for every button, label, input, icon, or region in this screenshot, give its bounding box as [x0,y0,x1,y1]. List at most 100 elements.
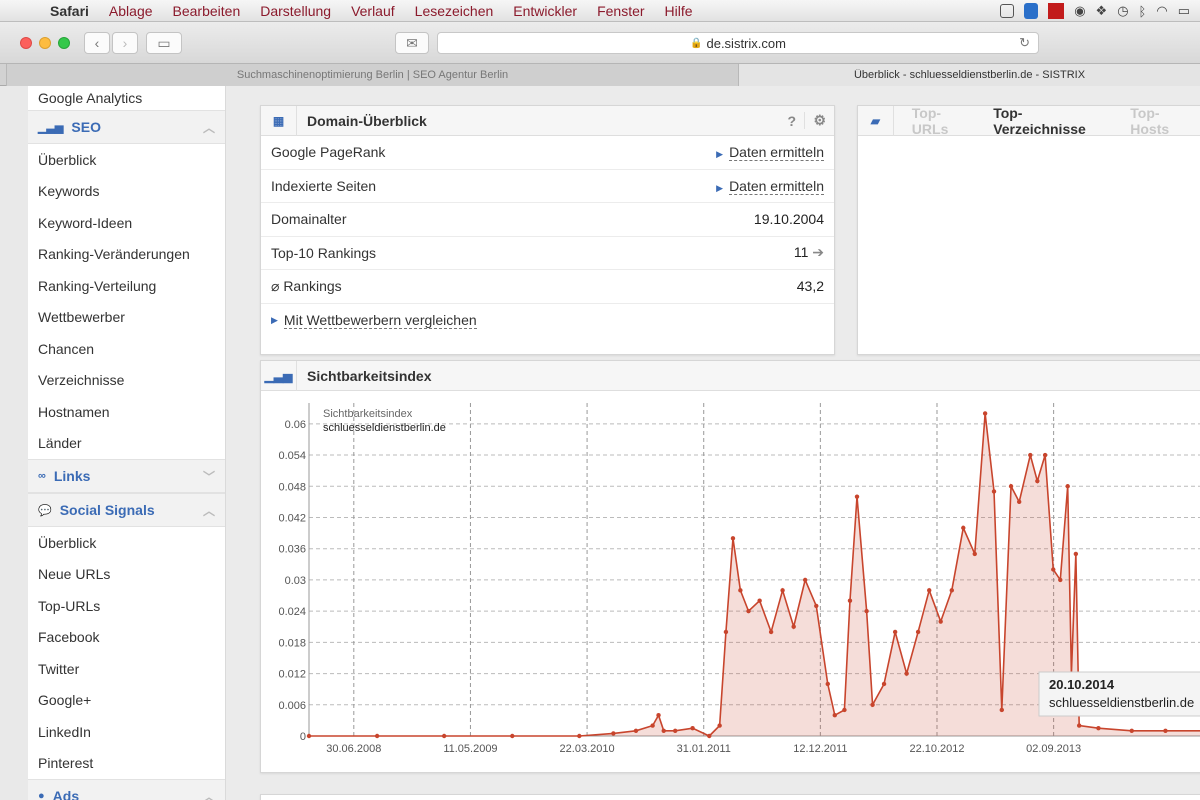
tab-top-hosts[interactable]: Top-Hosts [1122,105,1200,137]
chevron-up-icon: ︿ [202,120,215,135]
sidebar-item[interactable]: Neue URLs [28,559,225,591]
dropbox-icon[interactable]: ❖ [1096,3,1108,19]
data-point [972,551,977,557]
tab-seo-agentur[interactable]: Suchmaschinenoptimierung Berlin | SEO Ag… [6,64,738,86]
sidebar-section-links[interactable]: ∞ Links ﹀ [28,459,225,493]
sidebar-section-seo[interactable]: ▁▃▅ SEO ︿ [28,110,225,144]
menu-darstellung[interactable]: Darstellung [250,3,341,19]
row-label: Domainalter [271,211,347,228]
tab-sistrix-overview[interactable]: Überblick - schluesseldienstberlin.de - … [738,64,1200,86]
sidebar-item[interactable]: Überblick [28,144,225,176]
panel-title: Domain-Überblick [307,112,427,129]
menu-safari[interactable]: Safari [40,3,99,19]
sidebar-item[interactable]: Überblick [28,527,225,559]
sidebar-item[interactable]: Verzeichnisse [28,365,225,397]
back-button[interactable]: ‹ [84,32,110,54]
sidebar-item[interactable]: Wettbewerber [28,302,225,334]
tab-top-urls[interactable]: Top-URLs [904,105,985,137]
app-status-icon[interactable] [1024,3,1039,19]
wifi-icon[interactable]: ◠ [1156,3,1167,19]
bluetooth-icon[interactable]: ᛒ [1139,4,1147,19]
data-point [768,629,774,635]
data-point [707,733,712,739]
data-point [650,723,655,728]
sidebar-item[interactable]: Länder [28,428,225,460]
sidebar-item[interactable]: Twitter [28,653,225,685]
sidebar-item-label: Überblick [38,534,97,551]
menu-entwickler[interactable]: Entwickler [503,3,587,19]
status-area: ◉ ❖ ◷ ᛒ ◠ ▭ [1000,0,1190,22]
sidebar-section-ads[interactable]: ● Ads ︿ [28,779,225,800]
data-point [949,588,955,593]
menu-verlauf[interactable]: Verlauf [341,3,405,19]
compare-competitors-link[interactable]: Mit Wettbewerbern vergleichen [283,312,477,329]
sidebar-section-social-signals[interactable]: 💬 Social Signals ︿ [28,493,225,527]
data-point [306,733,312,739]
minimize-window-button[interactable] [39,37,51,49]
sidebar-item[interactable]: Hostnamen [28,396,225,428]
sidebar-item[interactable]: Google+ [28,685,225,717]
sidebar-item[interactable]: Keywords [28,176,225,208]
y-tick-label: 0.03 [285,575,306,587]
sidebar-item[interactable]: LinkedIn [28,716,225,748]
reader-icon[interactable]: ✉ [395,32,429,54]
fetch-data-link[interactable]: Daten ermitteln [729,177,824,195]
sidebar-item[interactable]: Top-URLs [28,590,225,622]
sync-icon[interactable]: ◉ [1074,3,1085,19]
sidebar-item-label: Keyword-Ideen [38,214,133,231]
sidebar-item[interactable]: Ranking-Veränderungen [28,239,225,271]
data-point [611,731,616,736]
sidebar-item[interactable]: Ranking-Verteilung [28,270,225,302]
data-point [791,624,796,629]
tab-top-verzeichnisse[interactable]: Top-Verzeichnisse [985,105,1122,137]
data-point [832,712,837,718]
x-tick-label: 12.12.2011 [793,743,847,755]
time-machine-icon[interactable]: ◷ [1117,3,1128,19]
main-content: ▦ Domain-Überblick ? ⚙ Google PageRank ▶… [226,86,1200,800]
row-avg-rankings: ⌀ Rankings 43,2 [261,270,834,304]
battery-icon[interactable]: ▭ [1178,3,1190,19]
data-point [1129,728,1134,733]
address-bar[interactable]: 🔒 de.sistrix.com ↻ [437,32,1039,54]
menu-lesezeichen[interactable]: Lesezeichen [405,3,504,19]
menu-bearbeiten[interactable]: Bearbeiten [163,3,251,19]
row-domain-age: Domainalter 19.10.2004 [261,203,834,237]
data-point [1016,499,1022,505]
arrow-right-icon[interactable]: ➔ [812,244,824,260]
data-point [892,629,898,635]
fetch-data-link[interactable]: Daten ermitteln [729,144,824,162]
sidebar-item[interactable]: Keyword-Ideen [28,207,225,239]
menu-ablage[interactable]: Ablage [99,3,163,19]
row-compare: ▶ Mit Wettbewerbern vergleichen [261,304,834,338]
sidebar-item-google-analytics[interactable]: Google Analytics [28,86,225,110]
sidebar-item-label: Chancen [38,340,95,357]
row-indexed-pages: Indexierte Seiten ▶ Daten ermitteln [261,170,834,203]
close-window-button[interactable] [20,37,32,49]
panel-header: ▰ Top-URLs Top-Verzeichnisse Top-Hosts [858,105,1200,137]
sidebar-toggle-icon[interactable]: ▭ [146,32,182,54]
x-tick-label: 11.05.2009 [443,743,497,755]
data-point [927,588,932,593]
zoom-window-button[interactable] [58,37,70,49]
sidebar-item[interactable]: Facebook [28,622,225,654]
sidebar-item[interactable]: Chancen [28,333,225,365]
link-icon: ∞ [38,470,46,482]
recording-icon[interactable] [1048,3,1065,19]
data-point [633,728,639,733]
menu-fenster[interactable]: Fenster [587,3,654,19]
sidebar-item-label: Verzeichnisse [38,372,125,389]
data-point [842,707,847,713]
gear-icon[interactable]: ⚙ [804,112,826,129]
menu-hilfe[interactable]: Hilfe [655,3,703,19]
y-tick-label: 0.036 [278,544,306,556]
extension-icon[interactable] [1000,4,1015,18]
reload-icon[interactable]: ↻ [1019,35,1030,51]
sidebar-item-label: Pinterest [38,755,94,772]
data-point [1051,567,1056,572]
data-point [661,728,666,733]
help-icon[interactable]: ? [787,113,796,129]
x-tick-label: 22.10.2012 [909,743,964,755]
sidebar-item[interactable]: Pinterest [28,748,225,780]
visibility-chart[interactable]: 0 0.006 0.012 0.018 0.024 0.03 0.036 0.042 0.048… [261,391,1200,775]
forward-button[interactable]: › [112,32,138,54]
